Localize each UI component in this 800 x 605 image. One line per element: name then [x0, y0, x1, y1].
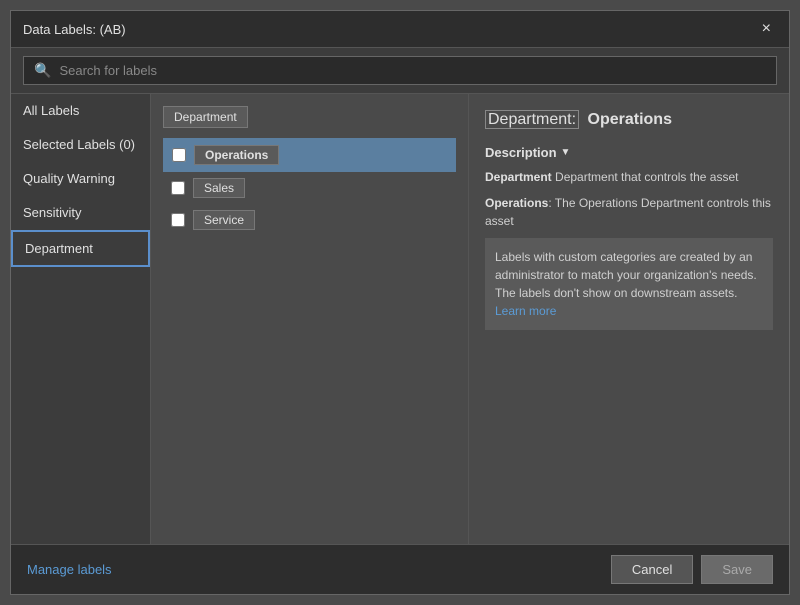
footer-buttons: Cancel Save: [611, 555, 773, 584]
sidebar-item-quality-warning[interactable]: Quality Warning: [11, 162, 150, 196]
right-panel: Department: Operations Description ▼ Dep…: [469, 94, 789, 544]
sidebar-item-selected-labels[interactable]: Selected Labels (0): [11, 128, 150, 162]
label-item-sales[interactable]: Sales: [163, 172, 456, 204]
save-button[interactable]: Save: [701, 555, 773, 584]
desc-line2: Operations: The Operations Department co…: [485, 194, 773, 230]
footer: Manage labels Cancel Save: [11, 544, 789, 594]
main-content: All Labels Selected Labels (0) Quality W…: [11, 94, 789, 544]
description-header[interactable]: Description ▼: [485, 145, 773, 160]
search-bar: 🔍: [11, 48, 789, 94]
center-panel: Department Operations Sales Service: [151, 94, 469, 544]
operations-tag: Operations: [194, 145, 279, 165]
chevron-down-icon: ▼: [561, 147, 571, 158]
sidebar-scroll: All Labels Selected Labels (0) Quality W…: [11, 94, 150, 544]
sidebar-item-sensitivity[interactable]: Sensitivity: [11, 196, 150, 230]
info-box: Labels with custom categories are create…: [485, 238, 773, 330]
dialog: Data Labels: (AB) × 🔍 All Labels Selecte…: [10, 10, 790, 595]
service-checkbox[interactable]: [171, 213, 185, 227]
search-icon: 🔍: [34, 62, 51, 79]
desc-bold-2: Operations: [485, 196, 548, 210]
info-text: Labels with custom categories are create…: [495, 250, 757, 300]
close-button[interactable]: ×: [756, 19, 777, 39]
label-item-operations[interactable]: Operations: [163, 138, 456, 172]
manage-labels-button[interactable]: Manage labels: [27, 562, 112, 577]
dialog-title: Data Labels: (AB): [23, 22, 126, 37]
service-tag: Service: [193, 210, 255, 230]
learn-more-link[interactable]: Learn more: [495, 304, 556, 318]
sales-tag: Sales: [193, 178, 245, 198]
right-panel-title: Department: Operations: [485, 110, 773, 131]
operations-checkbox[interactable]: [172, 148, 186, 162]
label-item-service[interactable]: Service: [163, 204, 456, 236]
description-label: Description: [485, 145, 557, 160]
desc-bold-1: Department: [485, 170, 552, 184]
desc-rest-1: Department that controls the asset: [552, 170, 739, 184]
title-prefix: Department:: [485, 110, 579, 129]
sidebar-item-all-labels[interactable]: All Labels: [11, 94, 150, 128]
sales-checkbox[interactable]: [171, 181, 185, 195]
center-tab-label: Department: [163, 106, 248, 128]
title-value: Operations: [588, 111, 672, 128]
search-wrapper: 🔍: [23, 56, 777, 85]
sidebar: All Labels Selected Labels (0) Quality W…: [11, 94, 151, 544]
cancel-button[interactable]: Cancel: [611, 555, 693, 584]
desc-line1: Department Department that controls the …: [485, 168, 773, 186]
search-input[interactable]: [59, 63, 766, 78]
title-bar: Data Labels: (AB) ×: [11, 11, 789, 48]
sidebar-item-department[interactable]: Department: [11, 230, 150, 267]
